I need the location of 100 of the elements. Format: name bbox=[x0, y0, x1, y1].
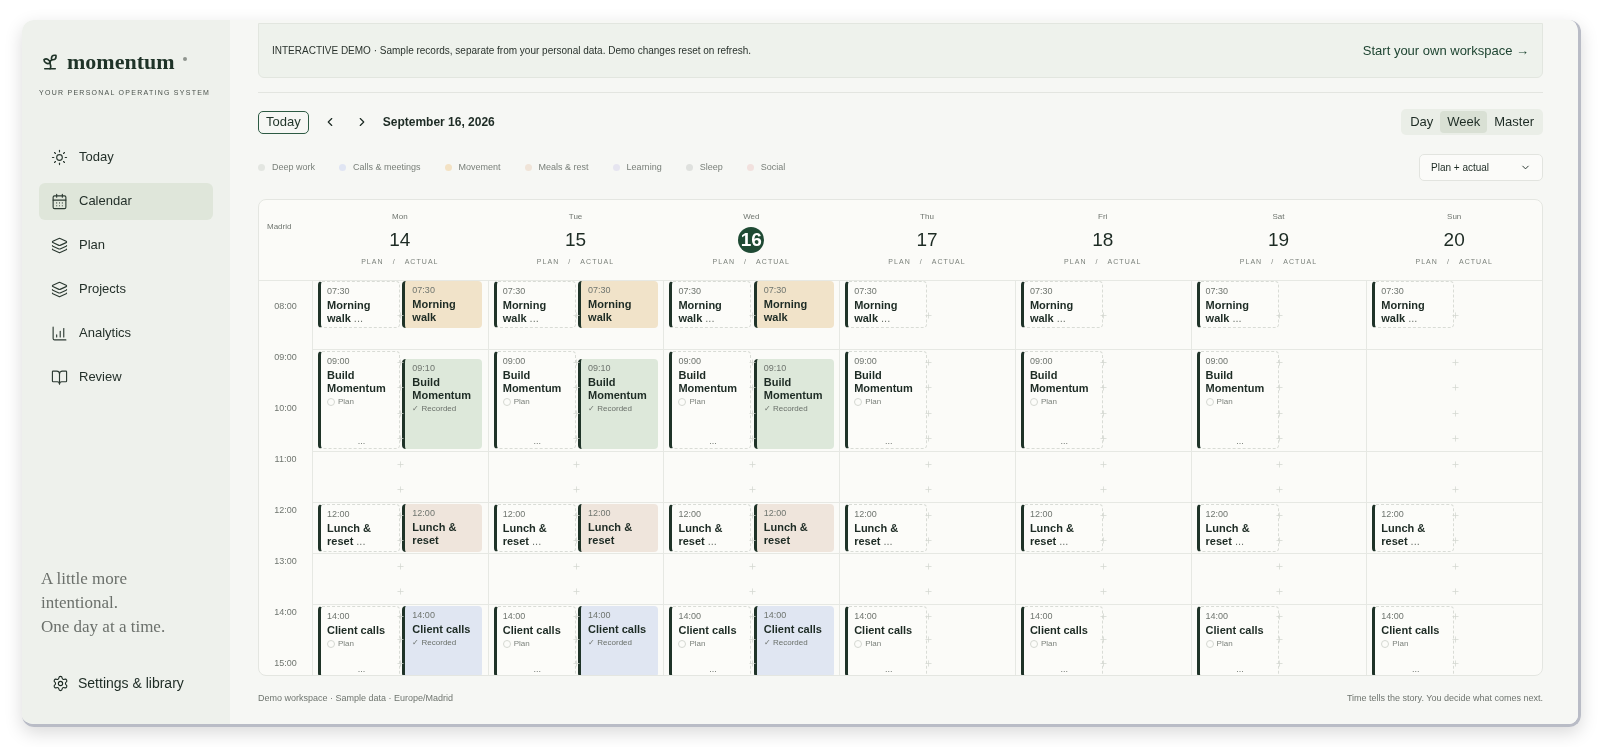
more-text[interactable]: ... bbox=[705, 312, 715, 324]
day-number[interactable]: 18 bbox=[1089, 227, 1116, 253]
add-icon[interactable] bbox=[747, 310, 757, 320]
plan-event-card[interactable]: 07:30 Morning walk ... bbox=[318, 281, 400, 328]
plan-event-card[interactable]: 07:30 Morning walk ... bbox=[493, 281, 576, 328]
more-text[interactable]: ... bbox=[357, 437, 366, 446]
nav-item[interactable]: Analytics bbox=[39, 314, 213, 352]
add-icon[interactable] bbox=[747, 408, 757, 418]
add-icon[interactable] bbox=[747, 536, 757, 545]
more-text[interactable]: ... bbox=[881, 312, 891, 324]
plan-event-card[interactable]: 12:00 Lunch & reset ... bbox=[845, 504, 928, 552]
plan-event-card[interactable]: 12:00 Lunch & reset ... bbox=[318, 504, 400, 552]
add-icon[interactable] bbox=[396, 612, 406, 622]
more-text[interactable]: ... bbox=[1412, 665, 1420, 674]
actual-event-card[interactable]: 12:00 Lunch & reset bbox=[578, 504, 659, 552]
add-icon[interactable] bbox=[572, 612, 582, 622]
plan-event-card[interactable]: 14:00 Client calls Plan ... bbox=[845, 606, 928, 675]
more-text[interactable]: ... bbox=[707, 535, 717, 547]
actual-event-card[interactable]: 14:00 Client calls ✓ Recorded bbox=[753, 606, 834, 675]
actual-event-card[interactable]: 07:30 Morning walk bbox=[753, 281, 834, 328]
plan-event-card[interactable]: 14:00 Client calls Plan ... bbox=[669, 606, 752, 675]
add-icon[interactable] bbox=[572, 658, 582, 668]
view-mode-dropdown[interactable]: Plan + actual bbox=[1419, 154, 1543, 181]
view-tab[interactable]: Week bbox=[1440, 111, 1488, 133]
view-tab[interactable]: Master bbox=[1487, 111, 1541, 133]
plan-event-card[interactable]: 12:00 Lunch & reset ... bbox=[1196, 504, 1279, 552]
more-text[interactable]: ... bbox=[532, 535, 542, 547]
add-icon[interactable] bbox=[396, 408, 406, 418]
day-number[interactable]: 17 bbox=[914, 227, 940, 253]
add-icon[interactable] bbox=[572, 511, 582, 520]
more-text[interactable]: ... bbox=[529, 312, 539, 324]
add-icon[interactable] bbox=[396, 635, 406, 645]
plan-event-card[interactable]: 14:00 Client calls Plan ... bbox=[493, 606, 576, 675]
add-icon[interactable] bbox=[572, 635, 582, 645]
plan-event-card[interactable]: 07:30 Morning walk ... bbox=[1372, 281, 1455, 328]
more-text[interactable]: ... bbox=[1236, 665, 1244, 674]
actual-event-card[interactable]: 07:30 Morning walk bbox=[402, 281, 483, 328]
add-icon[interactable] bbox=[747, 658, 757, 668]
add-icon[interactable] bbox=[747, 511, 757, 520]
view-tab[interactable]: Day bbox=[1403, 111, 1441, 133]
add-icon[interactable] bbox=[396, 433, 406, 443]
actual-event-card[interactable]: 14:00 Client calls ✓ Recorded bbox=[578, 606, 659, 675]
more-text[interactable]: ... bbox=[709, 665, 717, 674]
day-number[interactable]: 20 bbox=[1441, 227, 1468, 253]
plan-event-card[interactable]: 09:00 Build Momentum Plan ... bbox=[669, 351, 752, 449]
more-text[interactable]: ... bbox=[884, 437, 893, 446]
more-text[interactable]: ... bbox=[353, 312, 364, 324]
nav-item[interactable]: Projects bbox=[39, 270, 213, 308]
add-icon[interactable] bbox=[396, 511, 406, 520]
more-text[interactable]: ... bbox=[1410, 535, 1420, 547]
more-text[interactable]: ... bbox=[1232, 312, 1242, 324]
plan-event-card[interactable]: 07:30 Morning walk ... bbox=[669, 281, 752, 328]
plan-event-card[interactable]: 12:00 Lunch & reset ... bbox=[1372, 504, 1455, 552]
more-text[interactable]: ... bbox=[883, 535, 893, 547]
plan-event-card[interactable]: 07:30 Morning walk ... bbox=[845, 281, 928, 328]
actual-event-card[interactable]: 09:10 Build Momentum ✓ Recorded bbox=[402, 359, 483, 449]
add-icon[interactable] bbox=[747, 383, 757, 393]
add-icon[interactable] bbox=[747, 433, 757, 443]
nav-item[interactable]: Today bbox=[39, 138, 213, 176]
add-icon[interactable] bbox=[396, 310, 406, 320]
plan-event-card[interactable]: 14:00 Client calls Plan ... bbox=[318, 606, 400, 675]
day-number[interactable]: 14 bbox=[386, 227, 413, 253]
actual-event-card[interactable]: 12:00 Lunch & reset bbox=[753, 504, 834, 552]
day-number[interactable]: 19 bbox=[1265, 227, 1292, 253]
add-icon[interactable] bbox=[572, 433, 582, 443]
more-text[interactable]: ... bbox=[1060, 437, 1069, 446]
more-text[interactable]: ... bbox=[356, 535, 366, 547]
today-button[interactable]: Today bbox=[258, 110, 309, 134]
plan-event-card[interactable]: 09:00 Build Momentum Plan ... bbox=[1020, 351, 1103, 449]
plan-event-card[interactable]: 12:00 Lunch & reset ... bbox=[1020, 504, 1103, 552]
add-icon[interactable] bbox=[396, 383, 406, 393]
more-text[interactable]: ... bbox=[1234, 535, 1245, 547]
add-icon[interactable] bbox=[396, 536, 406, 545]
nav-item[interactable]: Review bbox=[39, 358, 213, 396]
nav-item[interactable]: Plan bbox=[39, 226, 213, 264]
day-number[interactable]: 16 bbox=[738, 227, 765, 253]
more-text[interactable]: ... bbox=[884, 665, 893, 674]
plan-event-card[interactable]: 14:00 Client calls Plan ... bbox=[1372, 606, 1455, 675]
add-icon[interactable] bbox=[747, 612, 757, 622]
more-text[interactable]: ... bbox=[709, 437, 717, 446]
more-text[interactable]: ... bbox=[1408, 312, 1418, 324]
actual-event-card[interactable]: 14:00 Client calls ✓ Recorded bbox=[402, 606, 483, 675]
plan-event-card[interactable]: 12:00 Lunch & reset ... bbox=[493, 504, 576, 552]
plan-event-card[interactable]: 14:00 Client calls Plan ... bbox=[1196, 606, 1279, 675]
plan-event-card[interactable]: 09:00 Build Momentum Plan ... bbox=[845, 351, 928, 449]
more-text[interactable]: ... bbox=[1056, 312, 1066, 324]
add-icon[interactable] bbox=[572, 408, 582, 418]
plan-event-card[interactable]: 07:30 Morning walk ... bbox=[1196, 281, 1279, 328]
settings-button[interactable]: Settings & library bbox=[39, 673, 213, 694]
add-icon[interactable] bbox=[396, 358, 406, 368]
plan-event-card[interactable]: 07:30 Morning walk ... bbox=[1020, 281, 1103, 328]
more-text[interactable]: ... bbox=[1059, 535, 1069, 547]
add-icon[interactable] bbox=[572, 310, 582, 320]
actual-event-card[interactable]: 09:10 Build Momentum ✓ Recorded bbox=[578, 359, 659, 449]
plan-event-card[interactable]: 09:00 Build Momentum Plan ... bbox=[493, 351, 576, 449]
actual-event-card[interactable]: 07:30 Morning walk bbox=[578, 281, 659, 328]
add-icon[interactable] bbox=[572, 383, 582, 393]
plan-event-card[interactable]: 09:00 Build Momentum Plan ... bbox=[1196, 351, 1279, 449]
workspace-link[interactable]: Start your own workspace → bbox=[1362, 40, 1529, 61]
add-icon[interactable] bbox=[572, 536, 582, 545]
